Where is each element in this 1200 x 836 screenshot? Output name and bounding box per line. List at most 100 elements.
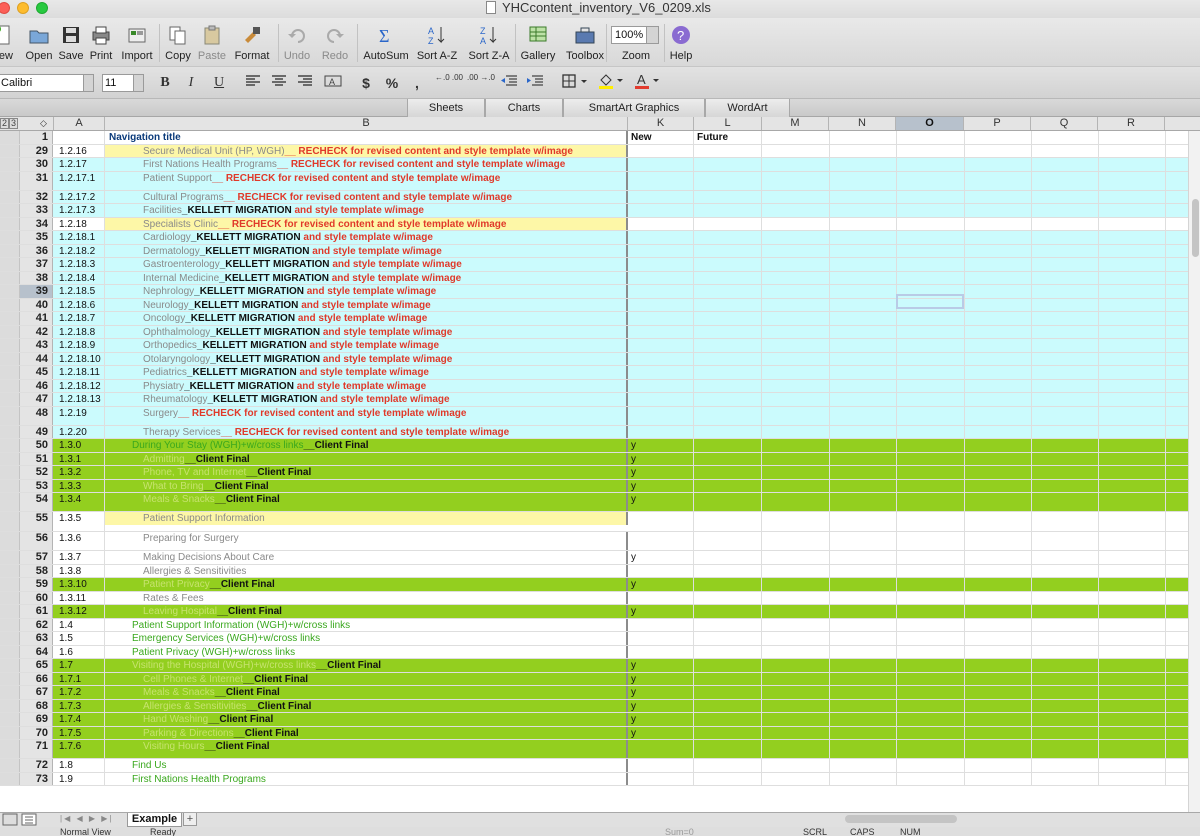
cell-b[interactable]: Patient Support Information (WGH)+w/cros… xyxy=(105,618,628,631)
cell-k[interactable]: y xyxy=(628,605,694,618)
row-header[interactable]: 46 xyxy=(20,379,53,392)
cell-b[interactable]: Otolaryngology_KELLETT MIGRATION and sty… xyxy=(105,352,628,365)
cell-a[interactable]: 1.3.4 xyxy=(54,493,105,511)
cell-l[interactable] xyxy=(694,244,762,257)
cell-l[interactable] xyxy=(694,190,762,203)
zoom-select[interactable]: 100% xyxy=(611,26,659,44)
cell-a[interactable]: 1.2.18.4 xyxy=(54,271,105,284)
empty-cells[interactable] xyxy=(762,231,1188,244)
horizontal-scroll-thumb[interactable] xyxy=(845,815,957,823)
row-header[interactable]: 51 xyxy=(20,452,53,465)
cell-l[interactable]: Future xyxy=(694,131,762,144)
row-header[interactable]: 57 xyxy=(20,551,53,564)
cell-b[interactable]: Patient Support__ RECHECK for revised co… xyxy=(105,171,628,190)
cell-b[interactable]: Neurology_KELLETT MIGRATION and style te… xyxy=(105,298,628,311)
empty-cells[interactable] xyxy=(762,632,1188,645)
cell-l[interactable] xyxy=(694,452,762,465)
decrease-indent-button[interactable] xyxy=(498,73,520,93)
minimize-window-button[interactable] xyxy=(17,2,29,14)
column-header-p[interactable]: P xyxy=(964,117,1031,130)
cell-b[interactable]: Nephrology_KELLETT MIGRATION and style t… xyxy=(105,285,628,298)
cell-k[interactable] xyxy=(628,591,694,604)
cell-a[interactable]: 1.2.18.3 xyxy=(54,258,105,271)
cell-k[interactable] xyxy=(628,379,694,392)
cell-a[interactable]: 1.3.7 xyxy=(54,551,105,564)
row-header[interactable]: 47 xyxy=(20,393,53,406)
cell-a[interactable]: 1.3.12 xyxy=(54,605,105,618)
cell-k[interactable]: New xyxy=(628,131,694,144)
copy-button[interactable]: Copy xyxy=(163,18,193,66)
cell-a[interactable]: 1.2.18.2 xyxy=(54,244,105,257)
row-header[interactable]: 50 xyxy=(20,439,53,452)
empty-cells[interactable] xyxy=(762,672,1188,685)
row-header[interactable]: 1 xyxy=(20,131,53,144)
cell-b[interactable]: First Nations Health Programs__ RECHECK … xyxy=(105,158,628,171)
maximize-window-button[interactable] xyxy=(36,2,48,14)
align-left-button[interactable] xyxy=(242,73,264,93)
cell-b[interactable]: Facilities_KELLETT MIGRATION and style t… xyxy=(105,204,628,217)
column-header-r[interactable]: R xyxy=(1098,117,1165,130)
empty-cells[interactable] xyxy=(762,366,1188,379)
row-header[interactable]: 38 xyxy=(20,271,53,284)
worksheet-grid[interactable]: 1 Navigation title New Future 29 1.2.16 Secure… xyxy=(0,131,1188,812)
column-header-m[interactable]: M xyxy=(762,117,829,130)
cell-a[interactable]: 1.7.1 xyxy=(54,672,105,685)
cell-b[interactable]: Visiting the Hospital (WGH)+w/cross link… xyxy=(105,659,628,672)
row-header[interactable]: 35 xyxy=(20,231,53,244)
empty-cells[interactable] xyxy=(762,551,1188,564)
empty-cells[interactable] xyxy=(762,759,1188,772)
cell-a[interactable]: 1.2.18.12 xyxy=(54,379,105,392)
cell-a[interactable]: 1.3.6 xyxy=(54,532,105,550)
cell-k[interactable]: y xyxy=(628,672,694,685)
cell-b[interactable]: Preparing for Surgery xyxy=(105,532,628,550)
redo-button[interactable]: Redo xyxy=(320,18,350,66)
cell-b[interactable]: Admitting__Client Final xyxy=(105,452,628,465)
cell-k[interactable] xyxy=(628,231,694,244)
cell-b[interactable]: Gastroenterology_KELLETT MIGRATION and s… xyxy=(105,258,628,271)
cell-l[interactable] xyxy=(694,298,762,311)
cell-b[interactable]: During Your Stay (WGH)+w/cross links__Cl… xyxy=(105,439,628,452)
add-sheet-button[interactable]: + xyxy=(183,813,197,826)
row-header[interactable]: 43 xyxy=(20,339,53,352)
view-mode-buttons[interactable] xyxy=(0,813,44,826)
cell-a[interactable]: 1.2.18.7 xyxy=(54,312,105,325)
row-header[interactable]: 49 xyxy=(20,425,53,438)
cell-b[interactable]: Patient Privacy (WGH)+w/cross links xyxy=(105,645,628,658)
cell-a[interactable]: 1.6 xyxy=(54,645,105,658)
cell-b[interactable]: Leaving Hospital__Client Final xyxy=(105,605,628,618)
cell-l[interactable] xyxy=(694,352,762,365)
cell-a[interactable]: 1.3.0 xyxy=(54,439,105,452)
cell-b[interactable]: Allergies & Sensitivities xyxy=(105,564,628,577)
column-header-l[interactable]: L xyxy=(694,117,762,130)
close-window-button[interactable] xyxy=(0,2,10,14)
cell-l[interactable] xyxy=(694,258,762,271)
cell-l[interactable] xyxy=(694,532,762,550)
empty-cells[interactable] xyxy=(762,591,1188,604)
cell-a[interactable]: 1.2.20 xyxy=(54,425,105,438)
cell-l[interactable] xyxy=(694,512,762,531)
row-header[interactable]: 53 xyxy=(20,479,53,492)
row-header[interactable]: 52 xyxy=(20,466,53,479)
cell-k[interactable] xyxy=(628,158,694,171)
open-button[interactable]: Open xyxy=(24,18,54,66)
cell-a[interactable]: 1.9 xyxy=(54,772,105,785)
sort-a-z-button[interactable]: A Z Sort A-Z xyxy=(414,18,460,66)
cell-k[interactable] xyxy=(628,759,694,772)
cell-k[interactable] xyxy=(628,352,694,365)
outline-level-2-button[interactable]: 2 xyxy=(0,118,9,129)
cell-a[interactable]: 1.2.18.5 xyxy=(54,285,105,298)
cell-b[interactable]: Physiatry_KELLETT MIGRATION and style te… xyxy=(105,379,628,392)
empty-cells[interactable] xyxy=(762,271,1188,284)
cell-b[interactable]: Patient Privacy__Client Final xyxy=(105,578,628,591)
align-right-button[interactable] xyxy=(294,73,316,93)
help-button[interactable]: ? Help xyxy=(667,18,695,66)
cell-b[interactable]: Meals & Snacks__Client Final xyxy=(105,493,628,511)
cell-l[interactable] xyxy=(694,285,762,298)
cell-k[interactable] xyxy=(628,171,694,190)
cell-a[interactable]: 1.3.2 xyxy=(54,466,105,479)
cell-b[interactable]: Rates & Fees xyxy=(105,591,628,604)
cell-a[interactable]: 1.7.4 xyxy=(54,713,105,726)
empty-cells[interactable] xyxy=(762,740,1188,758)
cell-k[interactable] xyxy=(628,258,694,271)
cell-k[interactable]: y xyxy=(628,699,694,712)
